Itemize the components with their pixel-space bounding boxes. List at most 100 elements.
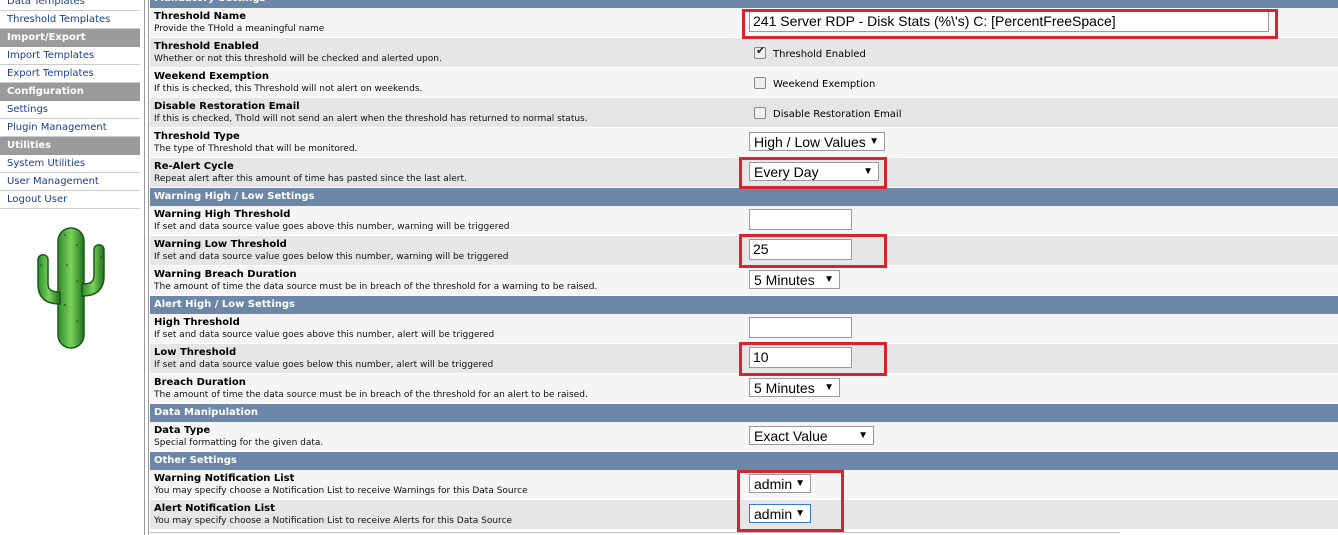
- field-label: Disable Restoration Email: [154, 101, 300, 112]
- sidebar-item-import-templates[interactable]: Import Templates: [0, 47, 140, 65]
- field-label: Warning Low Threshold: [154, 239, 287, 250]
- field-description: If this is checked, this Threshold will …: [154, 84, 423, 94]
- field-label: Weekend Exemption: [154, 71, 269, 82]
- weekend-exemption-checkbox[interactable]: [754, 77, 766, 89]
- row-alert-notification: Alert Notification List You may specify …: [150, 500, 1338, 530]
- select-value: Exact Value: [754, 428, 828, 444]
- high-threshold-input[interactable]: [749, 317, 852, 338]
- sidebar-item-logout-user[interactable]: Logout User: [0, 191, 140, 209]
- row-low-threshold: Low Threshold If set and data source val…: [150, 344, 1338, 374]
- row-breach-duration: Breach Duration The amount of time the d…: [150, 374, 1338, 404]
- chevron-down-icon: ▼: [824, 382, 834, 393]
- bottom-divider: [150, 532, 1120, 533]
- row-disable-restoration: Disable Restoration Email If this is che…: [150, 98, 1338, 128]
- field-label: Warning Breach Duration: [154, 269, 297, 280]
- sidebar-item-threshold-templates[interactable]: Threshold Templates: [0, 11, 140, 29]
- sidebar: Data Templates Threshold Templates Impor…: [0, 0, 140, 535]
- chevron-down-icon: ▼: [795, 508, 805, 519]
- warning-low-input[interactable]: 25: [749, 239, 852, 260]
- select-value: High / Low Values: [754, 134, 866, 150]
- sidebar-header-configuration: Configuration: [0, 83, 140, 101]
- select-value: Every Day: [754, 164, 819, 180]
- field-label: Threshold Enabled: [154, 41, 259, 52]
- warning-high-input[interactable]: [749, 209, 852, 230]
- sidebar-item-system-utilities[interactable]: System Utilities: [0, 155, 140, 173]
- field-description: The amount of time the data source must …: [154, 282, 598, 292]
- select-value: admin: [754, 506, 793, 522]
- threshold-type-select[interactable]: High / Low Values ▼: [749, 132, 885, 151]
- chevron-down-icon: ▼: [858, 430, 868, 441]
- chevron-down-icon: ▼: [869, 136, 879, 147]
- warning-notification-select[interactable]: admin ▼: [749, 474, 811, 493]
- select-value: 5 Minutes: [754, 380, 815, 396]
- field-description: If set and data source value goes above …: [154, 222, 510, 232]
- threshold-enabled-checkbox[interactable]: ✔: [754, 44, 766, 59]
- sidebar-item-export-templates[interactable]: Export Templates: [0, 65, 140, 83]
- sidebar-divider: [144, 0, 145, 535]
- checkbox-label: Weekend Exemption: [773, 79, 876, 90]
- field-description: If set and data source value goes below …: [154, 252, 509, 262]
- sidebar-header-import-export: Import/Export: [0, 29, 140, 47]
- row-realert-cycle: Re-Alert Cycle Repeat alert after this a…: [150, 158, 1338, 188]
- checkbox-label: Disable Restoration Email: [773, 109, 902, 120]
- row-threshold-enabled: Threshold Enabled Whether or not this th…: [150, 38, 1338, 68]
- row-warning-low: Warning Low Threshold If set and data so…: [150, 236, 1338, 266]
- row-weekend-exemption: Weekend Exemption If this is checked, th…: [150, 68, 1338, 98]
- checkmark-icon: ✔: [756, 44, 766, 57]
- checkbox-label: Threshold Enabled: [773, 49, 866, 60]
- sidebar-item-user-management[interactable]: User Management: [0, 173, 140, 191]
- sidebar-item-settings[interactable]: Settings: [0, 101, 140, 119]
- field-label: Low Threshold: [154, 347, 237, 358]
- select-value: 5 Minutes: [754, 272, 815, 288]
- section-header-data-manipulation: Data Manipulation: [150, 404, 1338, 422]
- chevron-down-icon: ▼: [824, 274, 834, 285]
- chevron-down-icon: ▼: [795, 478, 805, 489]
- row-data-type: Data Type Special formatting for the giv…: [150, 422, 1338, 452]
- data-type-select[interactable]: Exact Value ▼: [749, 426, 874, 445]
- field-description: Provide the THold a meaningful name: [154, 24, 325, 34]
- field-label: Threshold Type: [154, 131, 240, 142]
- sidebar-item-plugin-management[interactable]: Plugin Management: [0, 119, 140, 137]
- field-description: The type of Threshold that will be monit…: [154, 144, 358, 154]
- row-threshold-type: Threshold Type The type of Threshold tha…: [150, 128, 1338, 158]
- field-label: Warning High Threshold: [154, 209, 291, 220]
- section-header-mandatory: Mandatory Settings: [150, 0, 1338, 8]
- field-label: Breach Duration: [154, 377, 246, 388]
- select-value: admin: [754, 476, 793, 492]
- field-description: Whether or not this threshold will be ch…: [154, 54, 442, 64]
- row-warning-notification: Warning Notification List You may specif…: [150, 470, 1338, 500]
- field-description: You may specify choose a Notification Li…: [154, 516, 513, 526]
- field-description: You may specify choose a Notification Li…: [154, 486, 528, 496]
- field-description: If set and data source value goes above …: [154, 330, 495, 340]
- row-warning-breach: Warning Breach Duration The amount of ti…: [150, 266, 1338, 296]
- sidebar-item-data-templates[interactable]: Data Templates: [0, 0, 140, 11]
- realert-cycle-select[interactable]: Every Day ▼: [749, 162, 879, 181]
- sidebar-divider-inner: [148, 0, 149, 535]
- threshold-name-input[interactable]: 241 Server RDP - Disk Stats (%\'s) C: [P…: [749, 11, 1269, 32]
- field-description: The amount of time the data source must …: [154, 390, 588, 400]
- field-description: If set and data source value goes below …: [154, 360, 494, 370]
- cactus-logo-icon: [37, 227, 105, 349]
- section-header-other: Other Settings: [150, 452, 1338, 470]
- row-high-threshold: High Threshold If set and data source va…: [150, 314, 1338, 344]
- field-label: Re-Alert Cycle: [154, 161, 234, 172]
- field-label: Alert Notification List: [154, 503, 275, 514]
- disable-restoration-checkbox[interactable]: [754, 107, 766, 119]
- field-label: Threshold Name: [154, 11, 246, 22]
- field-description: Repeat alert after this amount of time h…: [154, 174, 467, 184]
- field-label: Warning Notification List: [154, 473, 295, 484]
- warning-breach-select[interactable]: 5 Minutes ▼: [749, 270, 840, 289]
- section-header-warning: Warning High / Low Settings: [150, 188, 1338, 206]
- field-label: High Threshold: [154, 317, 240, 328]
- field-description: If this is checked, Thold will not send …: [154, 114, 588, 124]
- field-label: Data Type: [154, 425, 211, 436]
- row-warning-high: Warning High Threshold If set and data s…: [150, 206, 1338, 236]
- section-header-alert: Alert High / Low Settings: [150, 296, 1338, 314]
- alert-notification-select[interactable]: admin ▼: [749, 504, 811, 523]
- breach-duration-select[interactable]: 5 Minutes ▼: [749, 378, 840, 397]
- sidebar-header-utilities: Utilities: [0, 137, 140, 155]
- low-threshold-input[interactable]: 10: [749, 347, 852, 368]
- row-threshold-name: Threshold Name Provide the THold a meani…: [150, 8, 1338, 38]
- threshold-form: Mandatory Settings Threshold Name Provid…: [150, 0, 1338, 535]
- field-description: Special formatting for the given data.: [154, 438, 324, 448]
